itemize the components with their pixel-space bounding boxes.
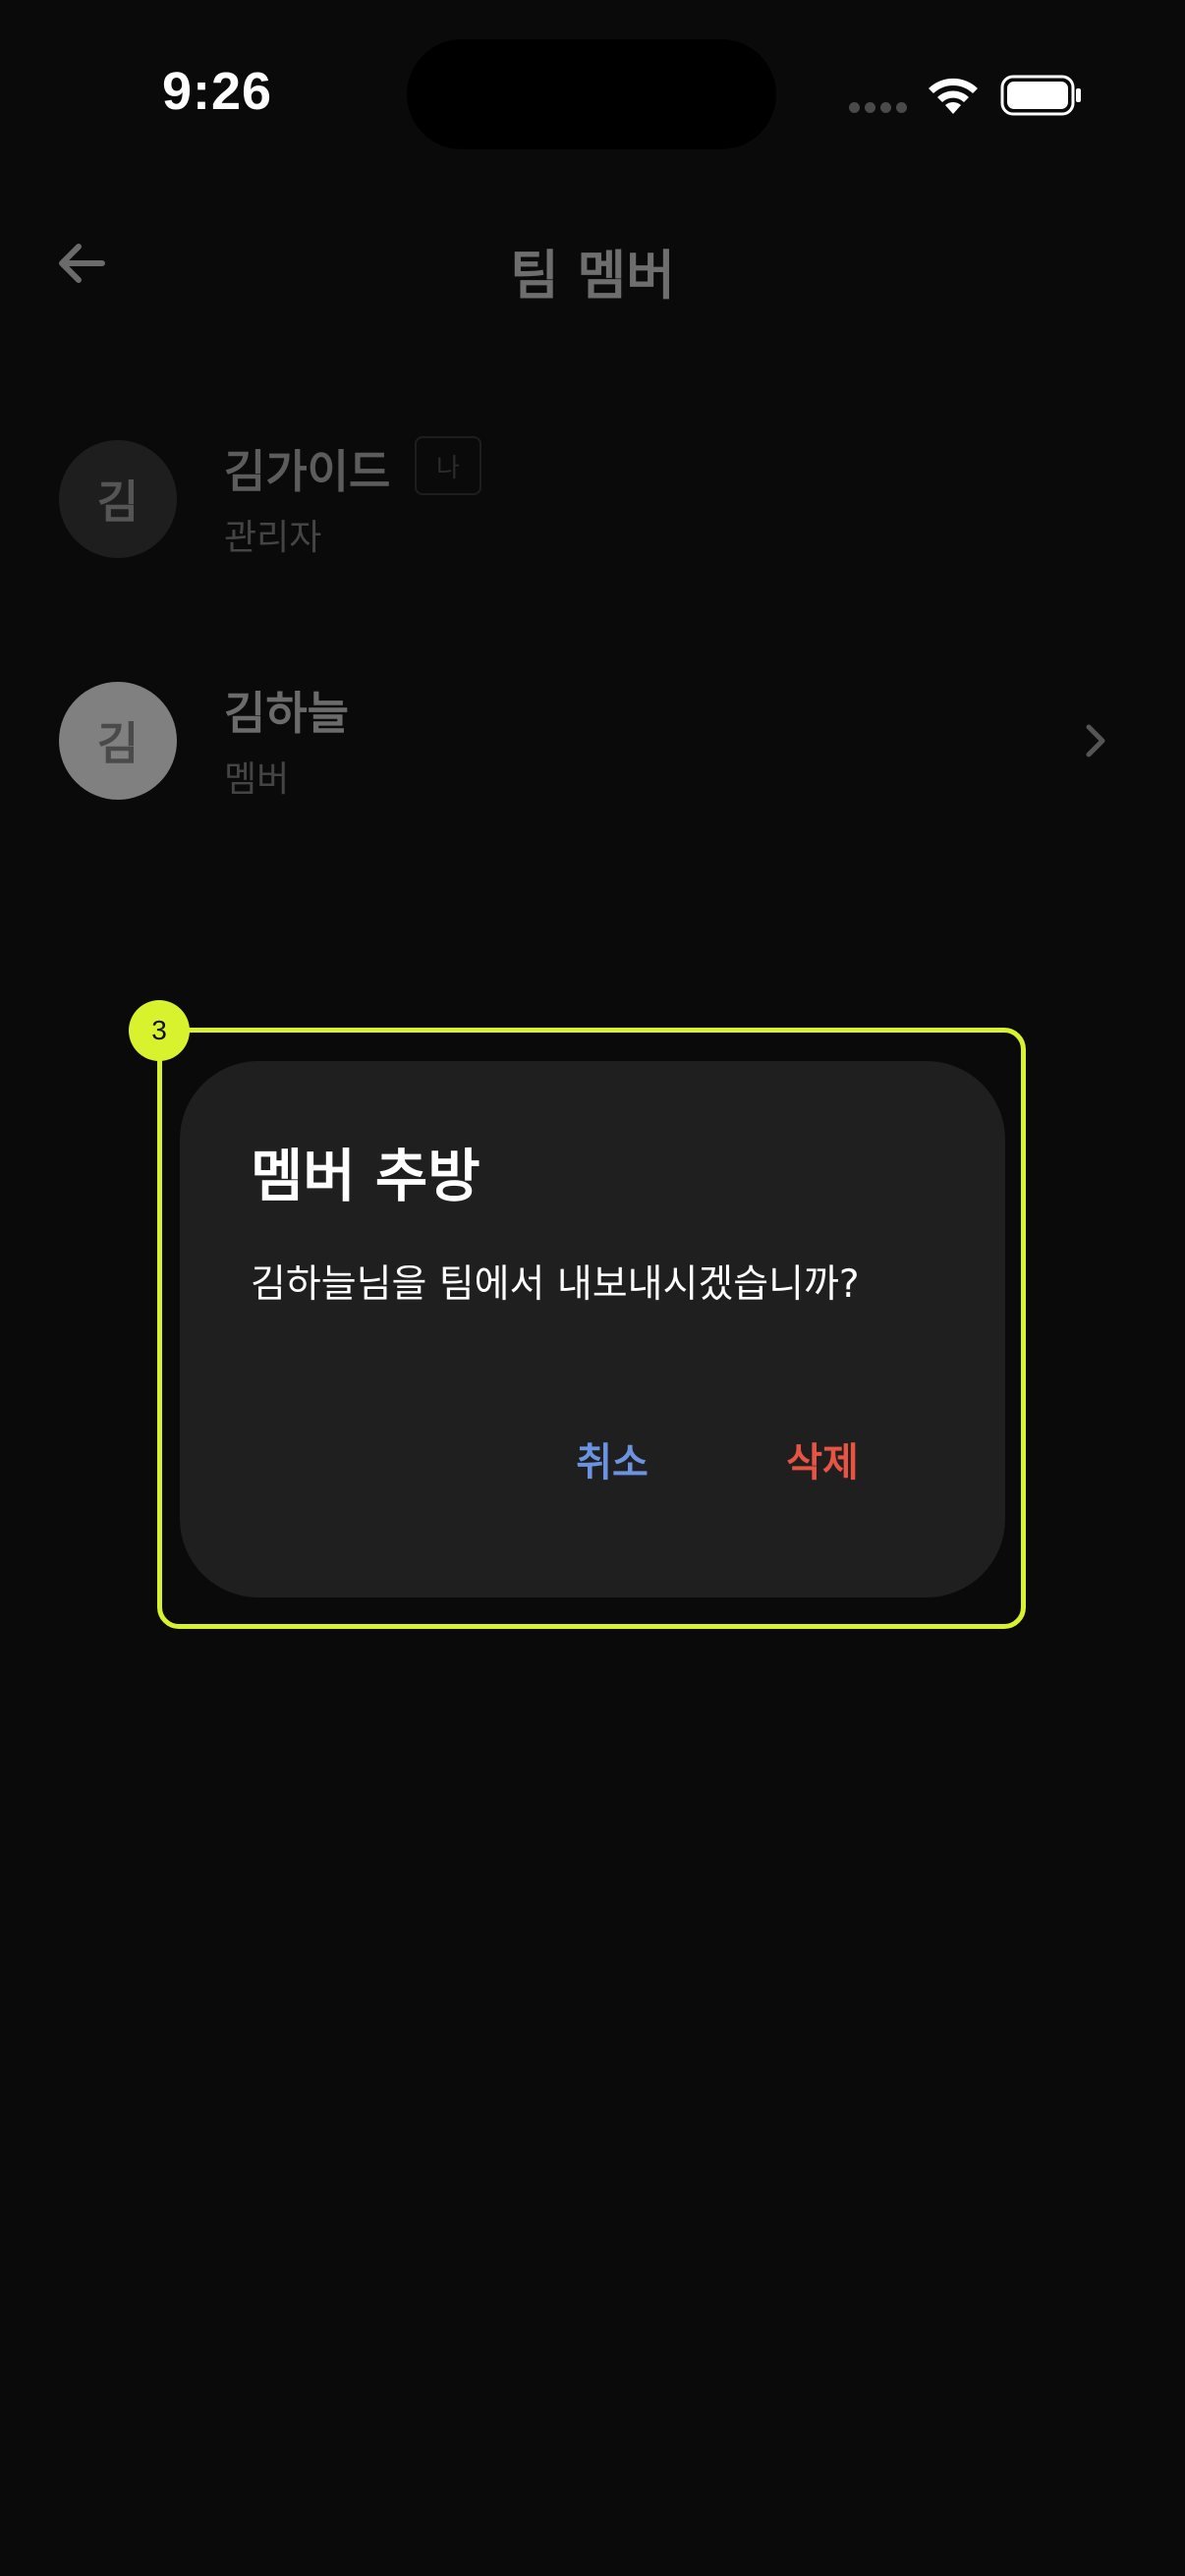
member-role: 멤버 (224, 759, 290, 800)
delete-button[interactable]: 삭제 (773, 1425, 872, 1493)
battery-icon (1000, 75, 1081, 116)
member-role: 관리자 (224, 518, 322, 558)
kick-member-dialog: 멤버 추방 김하늘님을 팀에서 내보내시겠습니까? 취소 삭제 (180, 1061, 1005, 1597)
dialog-message: 김하늘님을 팀에서 내보내시겠습니까? (251, 1262, 860, 1307)
page-title: 팀 멤버 (510, 245, 675, 307)
wifi-icon (929, 78, 978, 114)
avatar: 김 (59, 682, 177, 800)
status-bar: 9:26 (0, 0, 1185, 187)
member-row[interactable]: 김 김하늘 멤버 (0, 654, 1185, 821)
me-badge: 나 (415, 436, 481, 495)
avatar: 김 (59, 440, 177, 558)
member-name: 김가이드 (224, 445, 391, 498)
team-members-screen: 9:26 팀 멤버 김 김가이드 나 관리자 김 김하늘 멤버 3 멤버 추방 … (0, 0, 1185, 2576)
header: 팀 멤버 (0, 196, 1185, 334)
dynamic-island (407, 39, 776, 149)
chevron-right-icon (1086, 724, 1105, 757)
step-badge: 3 (129, 1000, 190, 1061)
cancel-button[interactable]: 취소 (563, 1425, 661, 1493)
status-time: 9:26 (162, 62, 273, 121)
cellular-signal-icon (849, 102, 908, 114)
member-name: 김하늘 (224, 687, 349, 740)
dialog-title: 멤버 추방 (251, 1143, 480, 1209)
member-row: 김 김가이드 나 관리자 (0, 413, 1185, 580)
